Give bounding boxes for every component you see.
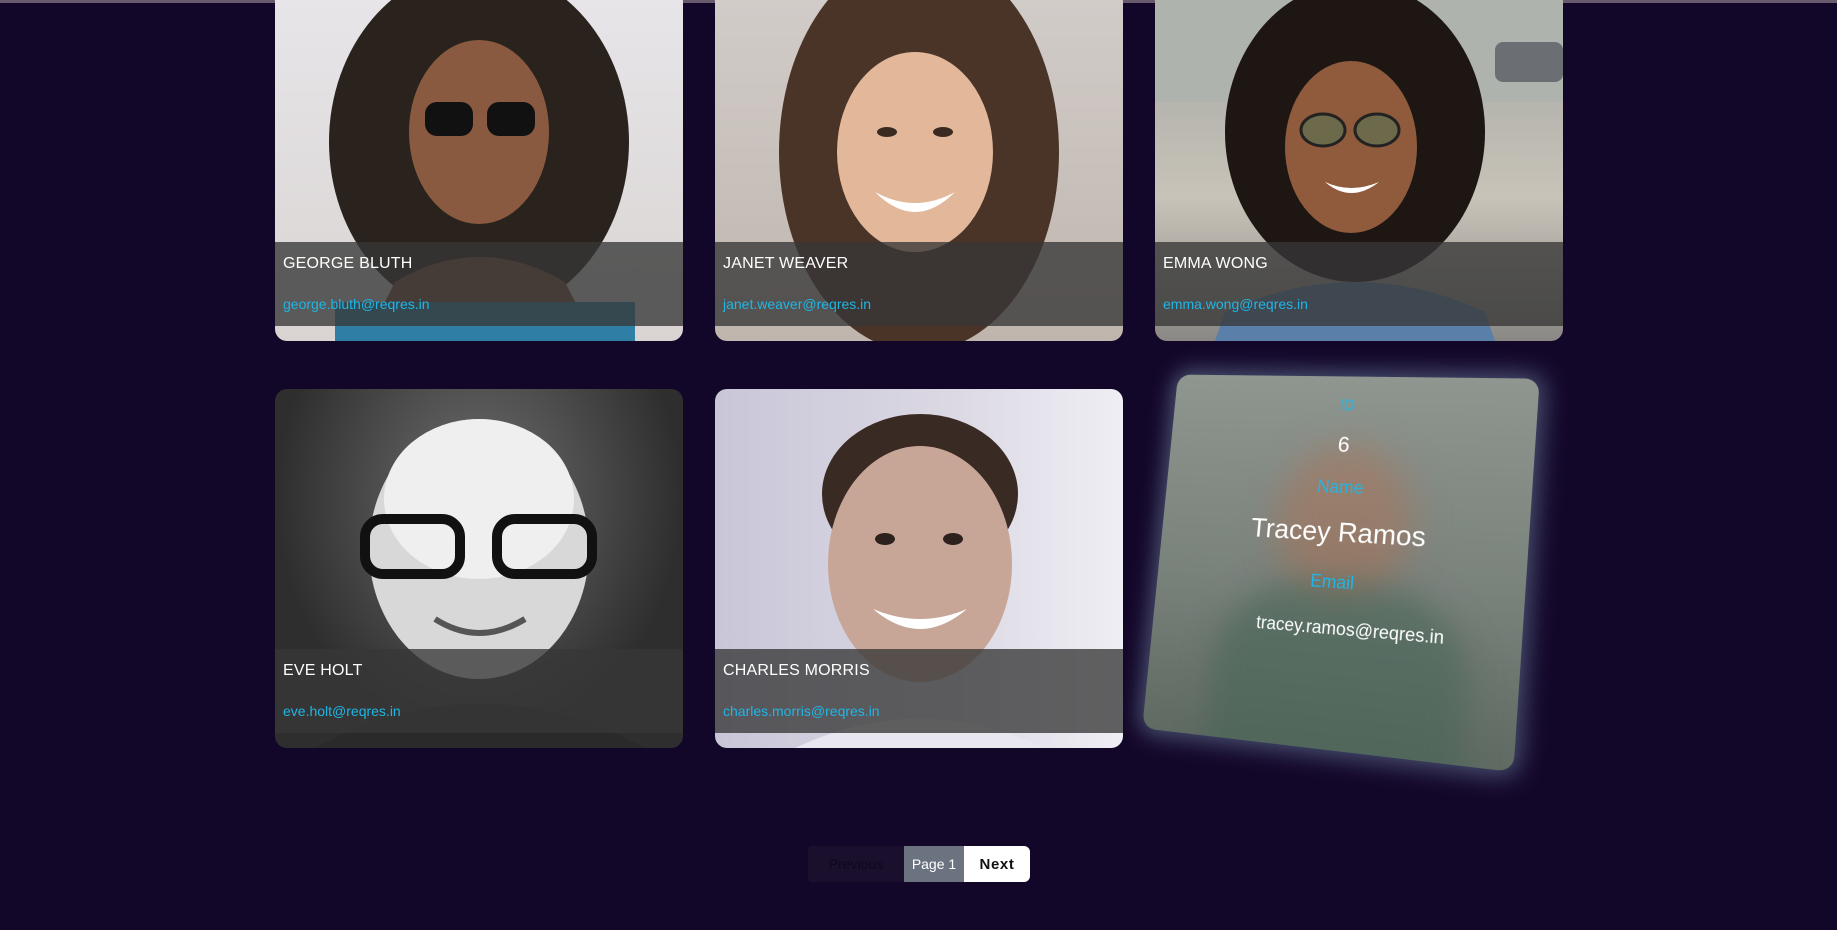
user-card[interactable]: EMMA WONG emma.wong@reqres.in	[1155, 0, 1563, 341]
user-name: JANET WEAVER	[723, 255, 849, 272]
user-email: janet.weaver@reqres.in	[723, 296, 872, 312]
next-button[interactable]: Next	[964, 846, 1030, 882]
card-caption: CHARLES MORRIS charles.morris@reqres.in	[715, 649, 1123, 733]
page-indicator: Page 1	[904, 846, 964, 882]
previous-button[interactable]: Previous	[808, 846, 904, 882]
user-card[interactable]: CHARLES MORRIS charles.morris@reqres.in	[715, 389, 1123, 748]
user-name: EVE HOLT	[283, 662, 363, 679]
id-label: ID	[1338, 397, 1356, 415]
flipped-user-card[interactable]: ID 6 Name Tracey Ramos Email tracey.ramo…	[1142, 374, 1540, 773]
user-card[interactable]: GEORGE BLUTH george.bluth@reqres.in	[275, 0, 683, 341]
user-card[interactable]: JANET WEAVER janet.weaver@reqres.in	[715, 0, 1123, 341]
user-email: eve.holt@reqres.in	[283, 703, 401, 719]
user-name: GEORGE BLUTH	[283, 255, 413, 272]
card-caption: JANET WEAVER janet.weaver@reqres.in	[715, 242, 1123, 326]
user-name: EMMA WONG	[1163, 255, 1268, 272]
user-card[interactable]: EVE HOLT eve.holt@reqres.in	[275, 389, 683, 748]
card-caption: EVE HOLT eve.holt@reqres.in	[275, 649, 683, 733]
user-name: CHARLES MORRIS	[723, 662, 870, 679]
card-caption: GEORGE BLUTH george.bluth@reqres.in	[275, 242, 683, 326]
user-email: charles.morris@reqres.in	[723, 703, 880, 719]
user-email: george.bluth@reqres.in	[283, 296, 430, 312]
card-caption: EMMA WONG emma.wong@reqres.in	[1155, 242, 1563, 326]
user-email: emma.wong@reqres.in	[1163, 296, 1308, 312]
